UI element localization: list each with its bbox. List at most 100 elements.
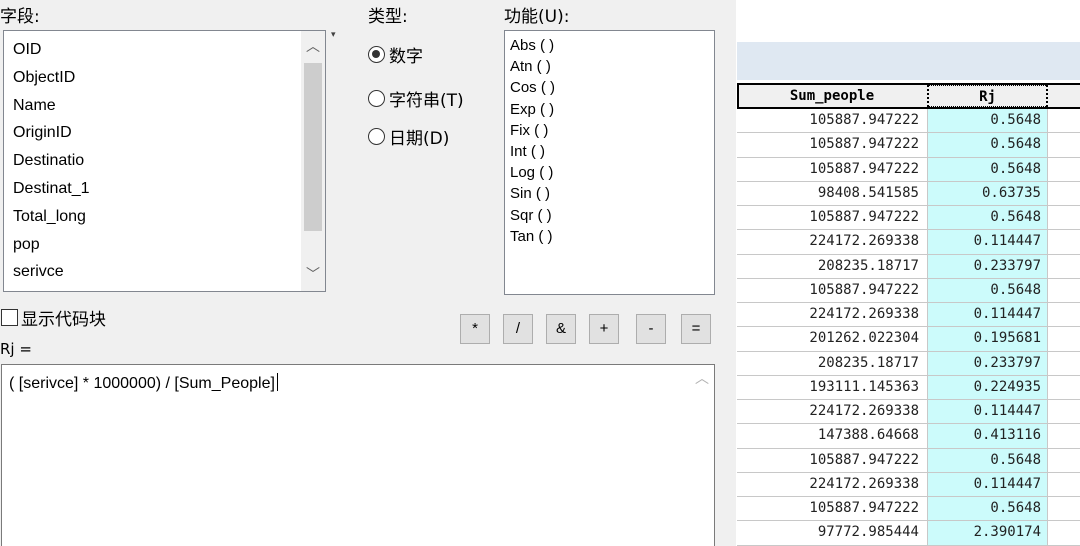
cell-sum-people[interactable]: 147388.64668 — [737, 424, 925, 448]
minus-button[interactable]: - — [636, 314, 666, 344]
field-item[interactable]: Destinat_1 — [4, 175, 325, 203]
table-row[interactable]: 224172.269338 0.114447 — [737, 230, 1080, 255]
table-row[interactable]: 105887.947222 0.5648 — [737, 206, 1080, 231]
table-row[interactable]: 147388.64668 0.413116 — [737, 424, 1080, 449]
cell-rj[interactable]: 0.114447 — [927, 472, 1048, 496]
function-item[interactable]: Sqr ( ) — [510, 205, 714, 226]
scroll-up-icon[interactable]: ︿ — [690, 365, 714, 393]
function-item[interactable]: Fix ( ) — [510, 120, 714, 141]
table-row[interactable]: 224172.269338 0.114447 — [737, 472, 1080, 497]
table-row[interactable]: 105887.947222 0.5648 — [737, 157, 1080, 182]
cell-rj[interactable]: 0.5648 — [927, 157, 1048, 181]
field-item[interactable]: pop — [4, 231, 325, 259]
cell-sum-people[interactable]: 224172.269338 — [737, 230, 925, 254]
table-row[interactable]: 193111.145363 0.224935 — [737, 375, 1080, 400]
fields-scrollbar[interactable]: ︿ ﹀ — [301, 31, 325, 291]
cell-rj[interactable]: 2.390174 — [927, 521, 1048, 545]
cell-rj[interactable]: 0.114447 — [927, 400, 1048, 424]
function-item[interactable]: Tan ( ) — [510, 226, 714, 247]
type-label: 类型: — [368, 7, 408, 27]
cell-rj[interactable]: 0.233797 — [927, 351, 1048, 375]
cell-rj[interactable]: 0.5648 — [927, 497, 1048, 521]
divide-button[interactable]: / — [503, 314, 533, 344]
checkbox-icon[interactable] — [1, 309, 18, 326]
field-item[interactable]: Name — [4, 92, 325, 120]
cell-sum-people[interactable]: 105887.947222 — [737, 157, 925, 181]
cell-sum-people[interactable]: 98408.541585 — [737, 181, 925, 205]
table-row[interactable]: 105887.947222 0.5648 — [737, 497, 1080, 522]
cell-sum-people[interactable]: 201262.022304 — [737, 327, 925, 351]
function-item[interactable]: Log ( ) — [510, 162, 714, 183]
function-item[interactable]: Cos ( ) — [510, 77, 714, 98]
cell-rj[interactable]: 0.233797 — [927, 254, 1048, 278]
cell-sum-people[interactable]: 105887.947222 — [737, 448, 925, 472]
field-item[interactable]: Total_long — [4, 203, 325, 231]
table-row[interactable]: 201262.022304 0.195681 — [737, 327, 1080, 352]
cell-sum-people[interactable]: 105887.947222 — [737, 497, 925, 521]
radio-label: 字符串(T) — [389, 90, 464, 111]
cell-rj[interactable]: 0.114447 — [927, 230, 1048, 254]
multiply-button[interactable]: * — [460, 314, 490, 344]
table-row[interactable]: 98408.541585 0.63735 — [737, 181, 1080, 206]
cell-rj[interactable]: 0.5648 — [927, 206, 1048, 230]
field-item[interactable]: OID — [4, 36, 325, 64]
scroll-thumb[interactable] — [304, 63, 322, 231]
cell-sum-people[interactable]: 105887.947222 — [737, 109, 925, 133]
field-item[interactable]: serivce — [4, 258, 325, 286]
scroll-down-icon[interactable]: ﹀ — [301, 261, 325, 289]
cell-rj[interactable]: 0.63735 — [927, 181, 1048, 205]
table-row[interactable]: 208235.18717 0.233797 — [737, 351, 1080, 376]
scroll-up-icon[interactable]: ︿ — [301, 33, 325, 61]
cell-sum-people[interactable]: 105887.947222 — [737, 133, 925, 157]
cell-sum-people[interactable]: 193111.145363 — [737, 375, 925, 399]
function-item[interactable]: Sin ( ) — [510, 183, 714, 204]
cell-rj[interactable]: 0.5648 — [927, 278, 1048, 302]
type-radio-string[interactable]: 字符串(T) — [368, 84, 464, 112]
cell-rj[interactable]: 0.224935 — [927, 375, 1048, 399]
sort-arrow-icon[interactable]: ▾ — [331, 30, 336, 40]
field-item[interactable]: Destinatio — [4, 147, 325, 175]
function-item[interactable]: Int ( ) — [510, 141, 714, 162]
cell-rj[interactable]: 0.5648 — [927, 133, 1048, 157]
cell-rj[interactable]: 0.5648 — [927, 448, 1048, 472]
field-item[interactable]: ObjectID — [4, 64, 325, 92]
cell-sum-people[interactable]: 97772.985444 — [737, 521, 925, 545]
cell-rj[interactable]: 0.114447 — [927, 303, 1048, 327]
concat-button[interactable]: & — [546, 314, 576, 344]
field-item[interactable]: OriginID — [4, 119, 325, 147]
functions-list[interactable]: Abs ( ) Atn ( ) Cos ( ) Exp ( ) Fix ( ) Int (… — [504, 30, 715, 295]
table-row[interactable]: 105887.947222 0.5648 — [737, 448, 1080, 473]
cell-sum-people[interactable]: 208235.18717 — [737, 351, 925, 375]
table-row[interactable]: 208235.18717 0.233797 — [737, 254, 1080, 279]
function-item[interactable]: Exp ( ) — [510, 99, 714, 120]
cell-sum-people[interactable]: 224172.269338 — [737, 303, 925, 327]
expression-text[interactable]: ( [serivce] * 1000000) / [Sum_People] — [9, 375, 275, 392]
table-row[interactable]: 105887.947222 0.5648 — [737, 133, 1080, 158]
cell-sum-people[interactable]: 105887.947222 — [737, 278, 925, 302]
cell-rj[interactable]: 0.5648 — [927, 109, 1048, 133]
table-row[interactable]: 224172.269338 0.114447 — [737, 400, 1080, 425]
type-radio-number[interactable]: 数字 — [368, 40, 423, 68]
table-row[interactable]: 105887.947222 0.5648 — [737, 278, 1080, 303]
function-item[interactable]: Atn ( ) — [510, 56, 714, 77]
cell-rj[interactable]: 0.413116 — [927, 424, 1048, 448]
expression-editor[interactable]: ( [serivce] * 1000000) / [Sum_People] ︿ — [1, 364, 715, 546]
show-codeblock-checkbox[interactable]: 显示代码块 — [1, 305, 106, 330]
cell-sum-people[interactable]: 224172.269338 — [737, 400, 925, 424]
equals-button[interactable]: = — [681, 314, 711, 344]
type-radio-date[interactable]: 日期(D) — [368, 122, 449, 150]
column-header-rj[interactable]: Rj — [927, 85, 1048, 107]
expression-scrollbar[interactable]: ︿ — [690, 365, 714, 546]
cell-sum-people[interactable]: 224172.269338 — [737, 472, 925, 496]
table-toolbar-band — [737, 42, 1080, 80]
column-header-sum-people[interactable]: Sum_people — [737, 85, 925, 107]
table-row[interactable]: 224172.269338 0.114447 — [737, 303, 1080, 328]
function-item[interactable]: Abs ( ) — [510, 35, 714, 56]
table-row[interactable]: 105887.947222 0.5648 — [737, 109, 1080, 134]
cell-rj[interactable]: 0.195681 — [927, 327, 1048, 351]
fields-list[interactable]: OID ObjectID Name OriginID Destinatio Destina… — [3, 30, 326, 292]
plus-button[interactable]: + — [589, 314, 619, 344]
cell-sum-people[interactable]: 105887.947222 — [737, 206, 925, 230]
cell-sum-people[interactable]: 208235.18717 — [737, 254, 925, 278]
table-row[interactable]: 97772.985444 2.390174 — [737, 521, 1080, 546]
